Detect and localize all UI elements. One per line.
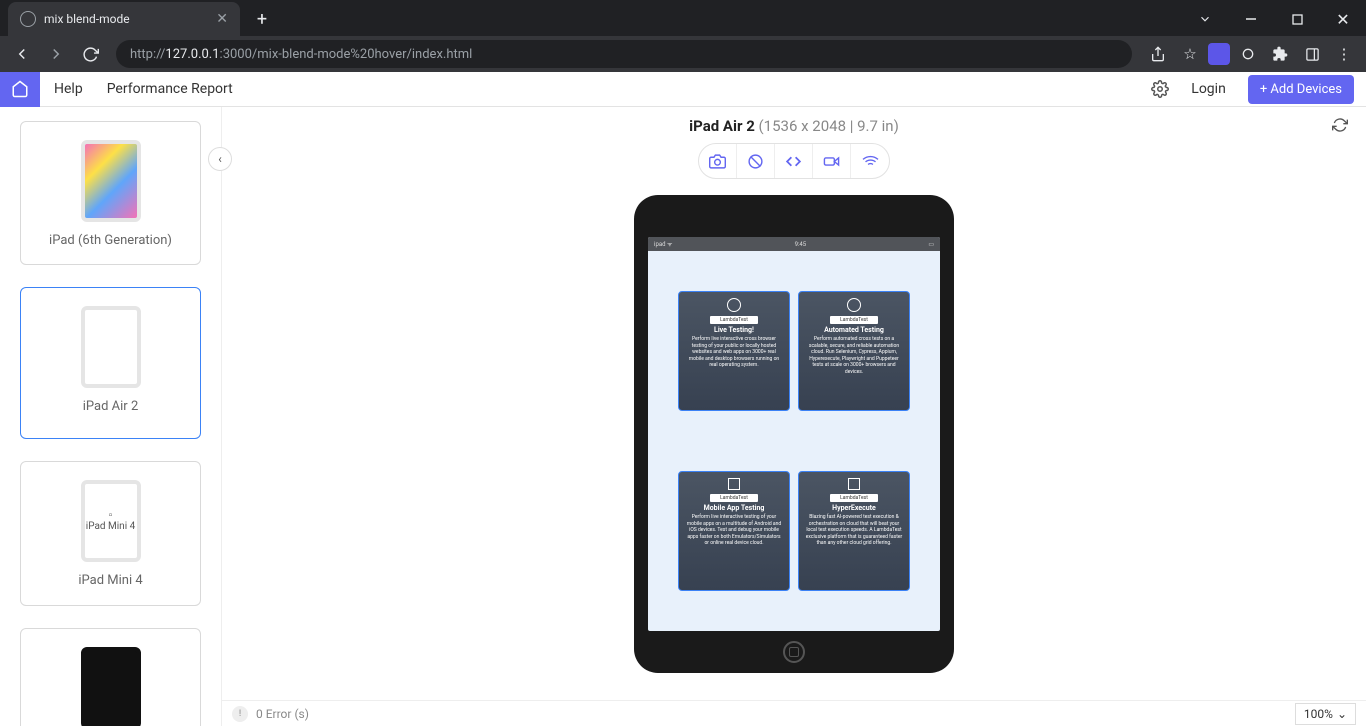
card-desc: Perform automated cross tests on a scala… [803, 336, 905, 375]
device-thumb [81, 647, 141, 726]
url-host: 127.0.0.1 [165, 47, 219, 62]
content-card: LambdaTest Automated Testing Perform aut… [798, 291, 910, 411]
card-title: Live Testing! [714, 326, 754, 334]
browser-tab[interactable]: mix blend-mode ✕ [8, 2, 240, 36]
device-label: iPad Mini 4 [78, 572, 142, 590]
address-bar[interactable]: http://127.0.0.1:3000/mix-blend-mode%20h… [116, 40, 1132, 68]
globe-icon [20, 11, 36, 27]
device-title: iPad Air 2 (1536 x 2048 | 9.7 in) [222, 107, 1366, 143]
content-card: LambdaTest Mobile App Testing Perform li… [678, 471, 790, 591]
device-card-ipad-mini-4[interactable]: ▫iPad Mini 4 iPad Mini 4 [20, 461, 201, 605]
extensions-puzzle-icon[interactable] [1266, 40, 1294, 68]
browser-tabstrip: mix blend-mode ✕ + ✕ [0, 0, 1366, 36]
device-thumb [81, 306, 141, 388]
clock-icon [727, 298, 741, 312]
ipad-screen[interactable]: ipad ᯤ 9:45 ▭ LambdaTest Live Testing! P… [648, 237, 940, 631]
status-left: ipad ᯤ [654, 240, 672, 248]
card-title: Automated Testing [824, 326, 884, 334]
url-rest: :3000/mix-blend-mode%20hover/index.html [220, 47, 473, 62]
ipad-frame: ipad ᯤ 9:45 ▭ LambdaTest Live Testing! P… [634, 195, 954, 673]
zoom-value: 100% [1304, 707, 1333, 721]
ipad-home-button[interactable] [783, 641, 805, 663]
content-card: LambdaTest HyperExecute Blazing fast AI-… [798, 471, 910, 591]
mobile-icon [728, 478, 740, 490]
broken-image-icon: ▫ [109, 510, 113, 521]
hyper-icon [848, 478, 860, 490]
device-label: iPad (6th Generation) [49, 232, 172, 250]
viewport-action-bar [222, 143, 1366, 179]
bookmark-star-icon[interactable]: ☆ [1176, 40, 1204, 68]
battery-icon: ▭ [928, 241, 934, 248]
close-window-button[interactable]: ✕ [1320, 2, 1366, 36]
card-desc: Perform live interactive cross browser t… [683, 336, 785, 369]
rotate-icon[interactable] [737, 144, 775, 178]
home-button[interactable] [0, 72, 40, 107]
card-brand: LambdaTest [710, 316, 758, 324]
chevron-down-icon[interactable] [1182, 2, 1228, 36]
record-icon[interactable] [813, 144, 851, 178]
back-button[interactable] [8, 40, 36, 68]
browser-toolbar: http://127.0.0.1:3000/mix-blend-mode%20h… [0, 36, 1366, 72]
collapse-sidebar-button[interactable]: ‹ [208, 147, 232, 171]
status-time: 9:45 [795, 241, 807, 248]
forward-button[interactable] [42, 40, 70, 68]
device-card-extra[interactable] [20, 628, 201, 726]
login-link[interactable]: Login [1191, 81, 1226, 97]
maximize-button[interactable] [1274, 2, 1320, 36]
screenshot-icon[interactable] [699, 144, 737, 178]
app-page: Help Performance Report Login + Add Devi… [0, 72, 1366, 726]
error-icon: ! [232, 706, 248, 722]
reload-button[interactable] [76, 40, 104, 68]
card-brand: LambdaTest [830, 316, 878, 324]
devtools-icon[interactable] [775, 144, 813, 178]
extension-indigo-icon[interactable] [1208, 43, 1230, 65]
card-brand: LambdaTest [710, 494, 758, 502]
content-card: LambdaTest Live Testing! Perform live in… [678, 291, 790, 411]
card-brand: LambdaTest [830, 494, 878, 502]
device-name: iPad Air 2 [689, 117, 755, 135]
kebab-menu-icon[interactable]: ⋮ [1330, 40, 1358, 68]
device-thumb: ▫iPad Mini 4 [81, 480, 141, 562]
window-controls: ✕ [1182, 2, 1366, 36]
menu-help[interactable]: Help [54, 81, 83, 97]
zoom-selector[interactable]: 100% ⌄ [1295, 703, 1356, 725]
extension-icon[interactable] [1234, 40, 1262, 68]
settings-gear-icon[interactable] [1151, 80, 1169, 98]
app-body: iPad (6th Generation) iPad Air 2 ▫iPad M… [0, 107, 1366, 726]
minimize-button[interactable] [1228, 2, 1274, 36]
device-stage: ipad ᯤ 9:45 ▭ LambdaTest Live Testing! P… [222, 179, 1366, 726]
device-dimensions: (1536 x 2048 | 9.7 in) [759, 117, 899, 135]
status-footer: ! 0 Error (s) 100% ⌄ [222, 700, 1366, 726]
card-desc: Blazing fast AI-powered test execution &… [803, 514, 905, 547]
side-panel-icon[interactable] [1298, 40, 1326, 68]
preview-main: iPad Air 2 (1536 x 2048 | 9.7 in) i [222, 107, 1366, 726]
sync-icon[interactable] [1332, 117, 1348, 133]
new-tab-button[interactable]: + [248, 5, 276, 33]
network-icon[interactable] [851, 144, 889, 178]
card-title: HyperExecute [832, 504, 876, 512]
device-card-ipad6[interactable]: iPad (6th Generation) [20, 121, 201, 265]
share-icon[interactable] [1144, 40, 1172, 68]
device-label: iPad Air 2 [83, 398, 139, 416]
menu-performance-report[interactable]: Performance Report [107, 81, 233, 97]
tab-title: mix blend-mode [44, 12, 130, 26]
chevron-down-icon: ⌄ [1337, 707, 1347, 721]
device-card-ipad-air-2[interactable]: iPad Air 2 [20, 287, 201, 439]
automation-icon [847, 298, 861, 312]
app-header: Help Performance Report Login + Add Devi… [0, 72, 1366, 107]
card-title: Mobile App Testing [704, 504, 765, 512]
status-bar: ipad ᯤ 9:45 ▭ [648, 237, 940, 251]
close-tab-icon[interactable]: ✕ [216, 11, 228, 27]
device-thumb [81, 140, 141, 222]
error-count[interactable]: 0 Error (s) [256, 707, 309, 721]
url-prefix: http:// [130, 47, 165, 62]
add-devices-button[interactable]: + Add Devices [1248, 75, 1354, 104]
card-desc: Perform live interactive testing of your… [683, 514, 785, 547]
device-sidebar[interactable]: iPad (6th Generation) iPad Air 2 ▫iPad M… [0, 107, 222, 726]
